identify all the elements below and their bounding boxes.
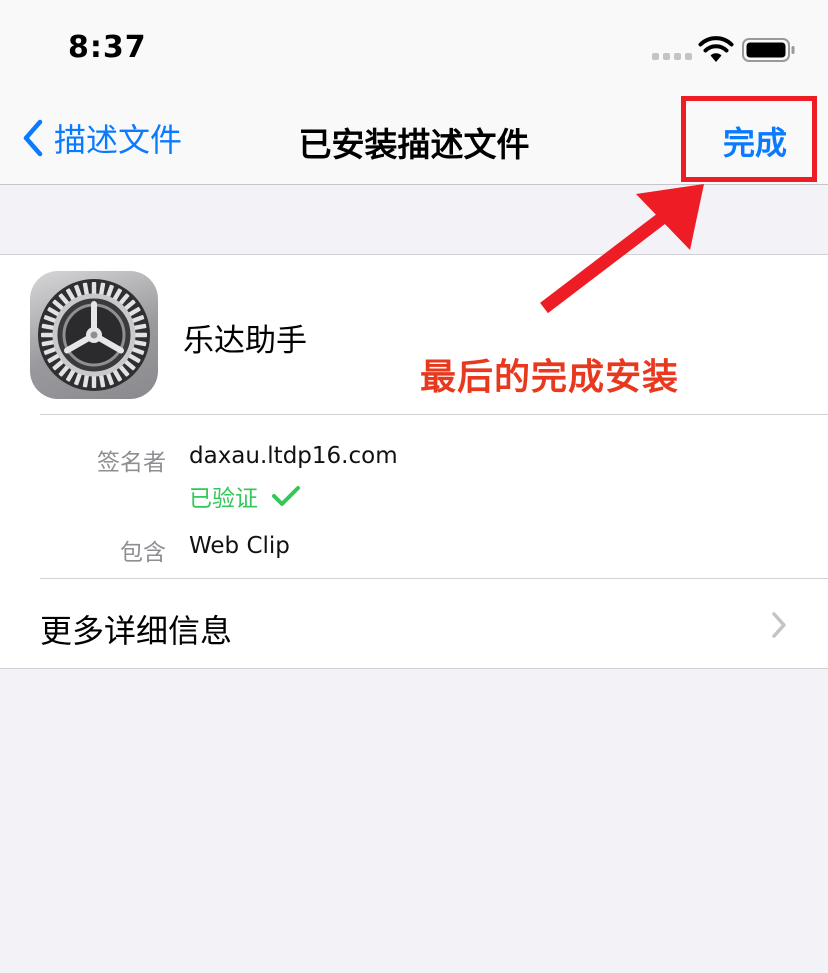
highlight-box	[681, 96, 817, 182]
chevron-left-icon	[23, 119, 43, 157]
annotation-arrow-icon	[540, 184, 704, 314]
annotation-text: 最后的完成安装	[420, 357, 680, 398]
back-button[interactable]: 描述文件	[22, 116, 182, 160]
cellular-signal-icon	[652, 51, 692, 61]
back-button-label: 描述文件	[54, 121, 183, 159]
checkmark-icon	[272, 486, 300, 506]
signer-label: 签名者	[97, 450, 166, 476]
signer-value: daxau.ltdp16.com	[189, 443, 398, 469]
chevron-right-icon	[772, 612, 786, 638]
contains-value: Web Clip	[189, 533, 290, 559]
contains-label: 包含	[120, 540, 166, 566]
verified-label: 已验证	[189, 486, 258, 512]
divider	[40, 414, 828, 415]
wifi-icon	[698, 36, 734, 62]
battery-icon	[742, 38, 795, 62]
status-time: 8:37	[68, 30, 147, 65]
more-details-row[interactable]: 更多详细信息	[0, 580, 828, 670]
settings-gear-icon	[30, 271, 158, 399]
verified-status: 已验证	[189, 479, 300, 513]
more-details-label: 更多详细信息	[40, 612, 233, 650]
app-name: 乐达助手	[183, 323, 307, 359]
status-bar: 8:37	[0, 0, 828, 96]
divider	[40, 578, 828, 579]
